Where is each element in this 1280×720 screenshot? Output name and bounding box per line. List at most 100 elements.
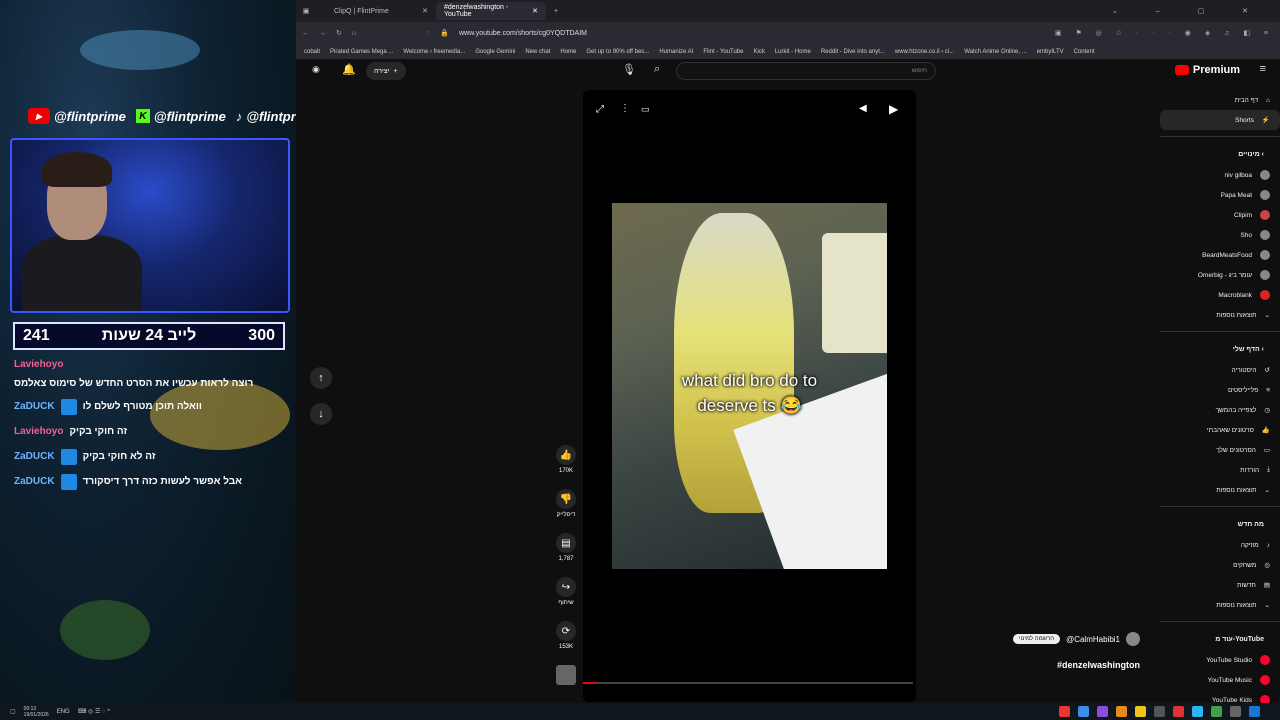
bookmark-item[interactable]: Get up to 90% off bes... xyxy=(586,49,649,55)
channel-name[interactable]: @CalmHabibi1 xyxy=(1066,635,1120,644)
subscription-item[interactable]: BeardMeatsFood xyxy=(1160,245,1280,265)
app-icon[interactable] xyxy=(1192,706,1203,717)
bookmark-item[interactable]: New chat xyxy=(525,49,550,55)
reload-icon[interactable]: ↻ xyxy=(336,29,342,37)
forward-icon[interactable]: → xyxy=(319,30,326,37)
back-icon[interactable]: ← xyxy=(302,30,309,37)
app-icon[interactable] xyxy=(1059,706,1070,717)
url-field[interactable]: www.youtube.com/shorts/cg0YQDTDAIM xyxy=(459,30,587,37)
subscription-item[interactable]: Clipim xyxy=(1160,205,1280,225)
clock[interactable]: 00:13 19/01/2026 xyxy=(24,706,49,718)
windows-start-icon[interactable] xyxy=(1249,706,1260,717)
show-more-you[interactable]: תוצאות נוספות ⌄ xyxy=(1160,480,1280,500)
tab-youtube[interactable]: #denzelwashington - YouTube ✕ xyxy=(436,2,546,20)
previous-short-button[interactable]: ↑ xyxy=(310,367,332,389)
app-icon[interactable] xyxy=(1078,706,1089,717)
subscription-item[interactable]: Macroblank xyxy=(1160,285,1280,305)
firefox-icon[interactable] xyxy=(1116,706,1127,717)
sidebar-item-gaming[interactable]: משחקים ◎ xyxy=(1160,555,1280,575)
avatar[interactable]: ◉ xyxy=(312,64,320,75)
close-tab-icon[interactable]: ✕ xyxy=(422,7,428,15)
subscriptions-heading[interactable]: מינויים ‹ xyxy=(1160,143,1280,165)
dislike-button[interactable]: 👎 דיסלייק xyxy=(551,489,581,533)
bookmark-item[interactable]: Kick xyxy=(753,49,764,55)
app-icon[interactable] xyxy=(1097,706,1108,717)
bookmark-item[interactable]: Watch Anime Online, ... xyxy=(964,49,1026,55)
video-frame[interactable]: what did bro do to deserve ts 😂 xyxy=(612,203,887,569)
sidebar-item-music[interactable]: מוזיקה ♪ xyxy=(1160,535,1280,555)
bookmark-item[interactable]: www.htzone.co.il › ci... xyxy=(895,49,954,55)
address-bar: ← → ↻ ⌂ ◌ 🔒 www.youtube.com/shorts/cg0YQ… xyxy=(296,22,1280,44)
create-button[interactable]: יצירה + xyxy=(366,62,406,80)
video-hashtag[interactable]: #denzelwashington xyxy=(1057,660,1140,670)
sidebar-item-your-videos[interactable]: הסרטונים שלך ▭ xyxy=(1160,440,1280,460)
notification-icon[interactable]: ▢ xyxy=(10,708,16,715)
shorts-player[interactable]: ⤢ ⋮ ▭ ◀ ▶ what did bro do to deserve ts … xyxy=(583,90,916,702)
tray-icons[interactable]: ⌨ ◎ ☰ ◌ ^ xyxy=(78,708,110,715)
volume-icon[interactable]: ◀ xyxy=(859,103,867,114)
subscribe-button[interactable]: הרשמה למינוי xyxy=(1012,634,1061,644)
subscription-item[interactable]: Sho xyxy=(1160,225,1280,245)
folder-icon[interactable] xyxy=(1135,706,1146,717)
new-tab-icon[interactable]: + xyxy=(554,8,558,15)
bookmark-item[interactable]: Pirated Games Mega ... xyxy=(330,49,393,55)
bookmark-item[interactable]: Lurkit - Home xyxy=(775,49,811,55)
bookmark-item[interactable]: Reddit - Dive into anyt... xyxy=(821,49,885,55)
bookmark-item[interactable]: cobalt xyxy=(304,49,320,55)
more-options-icon[interactable]: ⋮ xyxy=(620,103,630,114)
search-input[interactable]: חיפוש xyxy=(676,62,936,80)
you-heading[interactable]: הדף שלי ‹ xyxy=(1160,338,1280,360)
search-icon[interactable]: ⌕ xyxy=(654,63,660,76)
next-short-button[interactable]: ↓ xyxy=(310,403,332,425)
bookmark-item[interactable]: Google Gemini xyxy=(475,49,515,55)
bell-icon[interactable]: 🔔 xyxy=(342,63,356,76)
sidebar-item-news[interactable]: חדשות ▤ xyxy=(1160,575,1280,595)
app-icon[interactable] xyxy=(1211,706,1222,717)
divider xyxy=(1160,331,1280,332)
channel-avatar[interactable] xyxy=(1126,632,1140,646)
sidebar-item-music-app[interactable]: YouTube Music xyxy=(1160,670,1280,690)
bookmark-item[interactable]: Content xyxy=(1074,49,1095,55)
chrome-icon[interactable] xyxy=(1173,706,1184,717)
sidebar-item-downloads[interactable]: הורדות ⤓ xyxy=(1160,460,1280,480)
like-button[interactable]: 👍 170K xyxy=(551,445,581,489)
youtube-premium-logo[interactable]: Premium xyxy=(1174,64,1240,76)
video-progress-bar[interactable] xyxy=(583,682,913,684)
captions-icon[interactable]: ▭ xyxy=(641,104,650,115)
app-icon[interactable] xyxy=(1154,706,1165,717)
show-more-subscriptions[interactable]: תוצאות נוספות ⌄ xyxy=(1160,305,1280,325)
sidebar-item-home[interactable]: דף הבית ⌂ xyxy=(1160,90,1280,110)
play-icon[interactable]: ▶ xyxy=(889,102,898,116)
tab-list-icon[interactable]: ▣ xyxy=(296,7,316,15)
sidebar-item-history[interactable]: היסטוריה ↺ xyxy=(1160,360,1280,380)
sidebar-item-liked[interactable]: סרטונים שאהבתי 👍 xyxy=(1160,420,1280,440)
fullscreen-icon[interactable]: ⤢ xyxy=(596,104,604,115)
close-tab-icon[interactable]: ✕ xyxy=(532,7,538,15)
tab-clipq[interactable]: ClipQ | FlintPrime ✕ xyxy=(326,2,436,20)
youtube-logo-icon: ▶ xyxy=(28,108,50,124)
subscription-item[interactable]: niv gilboa xyxy=(1160,165,1280,185)
extension-icons[interactable]: ▣ ⚑ ◎ ☆ · · · ◉ ◈ ♫ ◧ ≡ xyxy=(1055,29,1274,37)
bookmark-item[interactable]: Home xyxy=(560,49,576,55)
language-indicator[interactable]: ENG xyxy=(57,709,70,715)
home-icon[interactable]: ⌂ xyxy=(352,30,356,37)
subscription-item[interactable]: Omerbig - עומר ביג xyxy=(1160,265,1280,285)
bookmark-item[interactable]: embyILTV xyxy=(1037,49,1064,55)
app-icon[interactable] xyxy=(1230,706,1241,717)
window-controls[interactable]: ⌄ – ▢ ✕ xyxy=(1112,7,1266,15)
bookmark-item[interactable]: Humanize AI xyxy=(659,49,693,55)
remix-button[interactable]: ⟳ 153K xyxy=(551,621,581,665)
shield-icon[interactable]: ◌ xyxy=(426,30,430,37)
share-button[interactable]: ↪ שיתוף xyxy=(551,577,581,621)
sidebar-item-studio[interactable]: YouTube Studio xyxy=(1160,650,1280,670)
bookmark-item[interactable]: Flint - YouTube xyxy=(703,49,743,55)
subscription-item[interactable]: Papa Meat xyxy=(1160,185,1280,205)
sidebar-item-watch-later[interactable]: לצפייה בהמשך ◷ xyxy=(1160,400,1280,420)
sidebar-item-playlists[interactable]: פלייליסטים ≡ xyxy=(1160,380,1280,400)
sidebar-item-shorts[interactable]: Shorts ⚡ xyxy=(1160,110,1280,130)
show-more-explore[interactable]: תוצאות נוספות ⌄ xyxy=(1160,595,1280,615)
bookmark-item[interactable]: Welcome › freemedia... xyxy=(403,49,465,55)
menu-icon[interactable]: ≡ xyxy=(1260,63,1266,75)
microphone-icon[interactable]: 🎙 xyxy=(622,63,636,76)
comments-button[interactable]: ▤ 1,787 xyxy=(551,533,581,577)
